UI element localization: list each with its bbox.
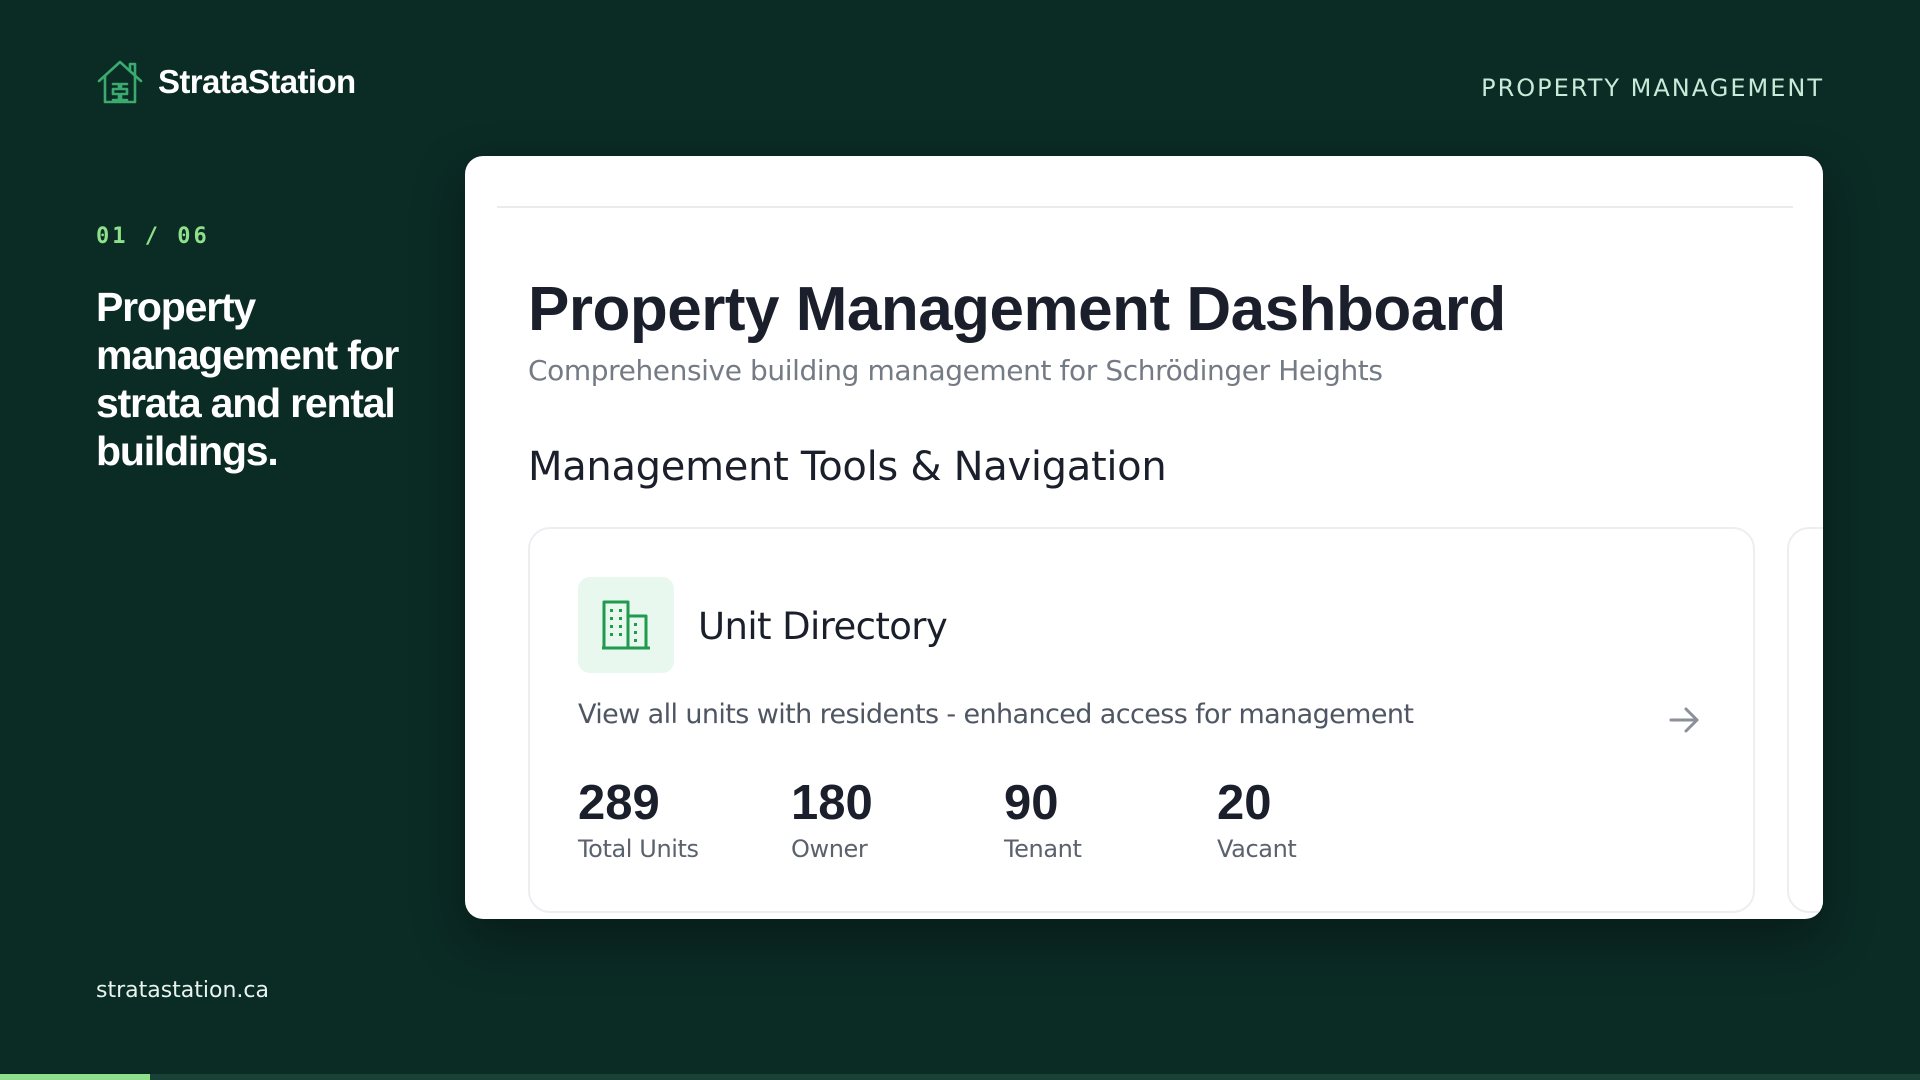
- slide-progress-fill: [0, 1074, 150, 1080]
- tool-icon-container: [578, 577, 674, 673]
- tool-title: Unit Directory: [698, 605, 948, 648]
- building-icon: [602, 600, 650, 650]
- slide-headline: Property management for strata and renta…: [96, 284, 399, 474]
- footer-url[interactable]: stratastation.ca: [96, 978, 269, 1003]
- house-logo-icon: [97, 60, 143, 104]
- stat-value: 20: [1217, 776, 1272, 830]
- category-label: PROPERTY MANAGEMENT: [1481, 74, 1824, 102]
- brand-name: StrataStation: [158, 63, 356, 100]
- divider: [497, 206, 1793, 208]
- brand[interactable]: StrataStation: [96, 58, 356, 106]
- slide-progress-track: [0, 1074, 1920, 1080]
- stat-tenant: 90 Tenant: [1004, 775, 1082, 863]
- slide-counter: 01 / 06: [96, 224, 210, 249]
- section-heading: Management Tools & Navigation: [528, 444, 1167, 490]
- next-tool-card[interactable]: [1787, 527, 1823, 913]
- stat-total-units: 289 Total Units: [578, 775, 699, 863]
- stat-label: Total Units: [578, 835, 699, 863]
- page-title: Property Management Dashboard: [528, 275, 1506, 344]
- arrow-right-icon[interactable]: [1667, 703, 1701, 737]
- unit-directory-card[interactable]: Unit Directory View all units with resid…: [528, 527, 1755, 913]
- stat-label: Tenant: [1004, 835, 1082, 863]
- stat-value: 289: [578, 776, 660, 830]
- stat-label: Owner: [791, 835, 868, 863]
- tool-description: View all units with residents - enhanced…: [578, 699, 1414, 730]
- stat-label: Vacant: [1217, 835, 1297, 863]
- dashboard-screenshot-card: Property Management Dashboard Comprehens…: [465, 156, 1823, 919]
- page-subtitle: Comprehensive building management for Sc…: [528, 354, 1383, 387]
- stat-value: 180: [791, 776, 873, 830]
- stat-vacant: 20 Vacant: [1217, 775, 1297, 863]
- stat-owner: 180 Owner: [791, 775, 873, 863]
- stat-value: 90: [1004, 776, 1059, 830]
